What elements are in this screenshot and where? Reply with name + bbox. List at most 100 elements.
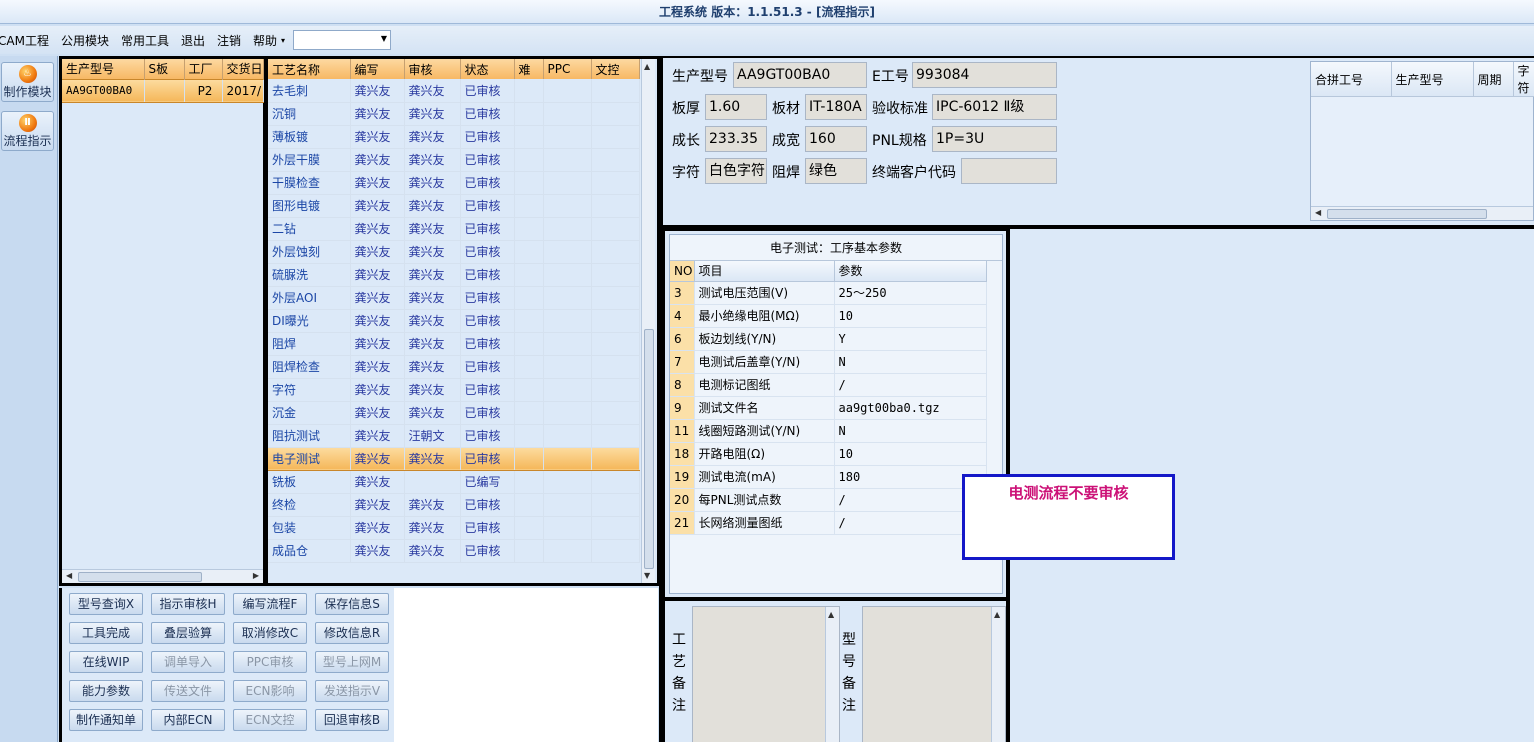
pnl-field[interactable]: 1P=3U (932, 126, 1057, 152)
remark-vscroll[interactable]: ▲ (825, 607, 839, 742)
table-row[interactable]: 字符 龚兴友 龚兴友 已审核 (268, 378, 640, 402)
action-button[interactable]: 内部ECN (151, 709, 225, 731)
table-row[interactable]: 18 开路电阻(Ω) 10 (670, 442, 987, 466)
scroll-up-icon[interactable]: ▲ (644, 62, 650, 71)
model-field[interactable]: AA9GT00BA0 (733, 62, 867, 88)
action-button[interactable]: 指示审核H (151, 593, 225, 615)
table-row[interactable]: 21 长网络测量图纸 / (670, 511, 987, 535)
menu-common-module[interactable]: 公用模块 (55, 32, 115, 49)
table-row[interactable]: 外层AOI 龚兴友 龚兴友 已审核 (268, 286, 640, 310)
mask-field[interactable]: 绿色 (805, 158, 867, 184)
table-row[interactable]: 外层蚀刻 龚兴友 龚兴友 已审核 (268, 240, 640, 264)
action-button[interactable]: 传送文件 (151, 680, 225, 702)
table-row[interactable]: 终检 龚兴友 龚兴友 已审核 (268, 493, 640, 517)
scroll-thumb[interactable] (1327, 209, 1487, 219)
table-row[interactable]: 11 线圈短路测试(Y/N) N (670, 419, 987, 443)
col-delivery[interactable]: 交货日 (222, 59, 264, 79)
col-process-name[interactable]: 工艺名称 (268, 59, 351, 79)
action-button[interactable]: 编写流程F (233, 593, 307, 615)
action-button[interactable]: 回退审核B (315, 709, 389, 731)
col-reviewer[interactable]: 审核 (404, 59, 461, 79)
scroll-thumb[interactable] (644, 329, 654, 569)
table-row[interactable]: 7 电测试后盖章(Y/N) N (670, 350, 987, 374)
col-combined-no[interactable]: 合拼工号 (1311, 62, 1392, 97)
table-row[interactable]: 19 测试电流(mA) 180 (670, 465, 987, 489)
table-row[interactable]: 9 测试文件名 aa9gt00ba0.tgz (670, 396, 987, 420)
table-row[interactable]: DI曝光 龚兴友 龚兴友 已审核 (268, 309, 640, 333)
action-button[interactable]: PPC审核 (233, 651, 307, 673)
action-button[interactable]: 能力参数 (69, 680, 143, 702)
table-row[interactable]: 阻抗测试 龚兴友 汪朝文 已审核 (268, 424, 640, 448)
table-row[interactable]: 沉金 龚兴友 龚兴友 已审核 (268, 401, 640, 425)
menu-help[interactable]: 帮助 (247, 32, 283, 49)
menu-logout[interactable]: 注销 (211, 32, 247, 49)
table-row[interactable]: 4 最小绝缘电阻(MΩ) 10 (670, 304, 987, 328)
action-button[interactable]: ECN影响 (233, 680, 307, 702)
chevron-down-icon[interactable]: ▾ (281, 36, 285, 45)
toolbar-combo[interactable]: ▼ (293, 30, 392, 50)
material-field[interactable]: IT-180A (805, 94, 867, 120)
table-row[interactable]: 干膜检查 龚兴友 龚兴友 已审核 (268, 171, 640, 195)
table-row[interactable]: 图形电镀 龚兴友 龚兴友 已审核 (268, 194, 640, 218)
table-row[interactable]: 硫脲洗 龚兴友 龚兴友 已审核 (268, 263, 640, 287)
remark-vscroll[interactable]: ▲ (991, 607, 1005, 742)
char-field[interactable]: 白色字符 (705, 158, 767, 184)
combined-hscroll[interactable]: ◀ (1311, 206, 1533, 220)
width-field[interactable]: 160 (805, 126, 867, 152)
table-row[interactable]: 电子测试 龚兴友 龚兴友 已审核 (268, 446, 640, 471)
table-row[interactable]: 二钻 龚兴友 龚兴友 已审核 (268, 217, 640, 241)
action-button[interactable]: ECN文控 (233, 709, 307, 731)
col-s-board[interactable]: S板 (144, 59, 185, 79)
table-row[interactable]: 薄板镀 龚兴友 龚兴友 已审核 (268, 125, 640, 149)
col-ppc[interactable]: PPC (543, 59, 592, 79)
col-model[interactable]: 生产型号 (62, 59, 145, 79)
scroll-down-icon[interactable]: ▼ (644, 571, 650, 580)
table-row[interactable]: 沉铜 龚兴友 龚兴友 已审核 (268, 102, 640, 126)
table-row[interactable]: 去毛刺 龚兴友 龚兴友 已审核 (268, 79, 640, 103)
model-remark-field[interactable]: ▲ (862, 606, 1006, 742)
customer-field[interactable] (961, 158, 1057, 184)
col-status[interactable]: 状态 (460, 59, 515, 79)
length-field[interactable]: 233.35 (705, 126, 767, 152)
table-row[interactable]: 阻焊检查 龚兴友 龚兴友 已审核 (268, 355, 640, 379)
scroll-left-icon[interactable]: ◀ (66, 571, 72, 580)
process-remark-field[interactable]: ▲ (692, 606, 840, 742)
scroll-up-icon[interactable]: ▲ (994, 610, 1000, 619)
table-row[interactable]: 3 测试电压范围(V) 25～250 (670, 281, 987, 305)
col-combined-model[interactable]: 生产型号 (1391, 62, 1474, 97)
action-button[interactable]: 发送指示V (315, 680, 389, 702)
flow-instruction-button[interactable]: Ⅱ 流程指示 (1, 111, 54, 151)
scroll-thumb[interactable] (78, 572, 202, 582)
action-button[interactable]: 修改信息R (315, 622, 389, 644)
action-button[interactable]: 型号查询X (69, 593, 143, 615)
make-module-button[interactable]: ♨ 制作模块 (1, 62, 54, 102)
standard-field[interactable]: IPC-6012 Ⅱ级 (932, 94, 1057, 120)
table-row[interactable]: 成品仓 龚兴友 龚兴友 已审核 (268, 539, 640, 563)
col-no[interactable]: NO (670, 261, 695, 282)
action-button[interactable]: 调单导入 (151, 651, 225, 673)
action-button[interactable]: 取消修改C (233, 622, 307, 644)
chevron-down-icon[interactable]: ▼ (381, 34, 387, 43)
thickness-field[interactable]: 1.60 (705, 94, 767, 120)
action-button[interactable]: 制作通知单 (69, 709, 143, 731)
table-row[interactable]: 铣板 龚兴友 已编写 (268, 470, 640, 494)
menu-exit[interactable]: 退出 (175, 32, 211, 49)
col-difficulty[interactable]: 难 (514, 59, 544, 79)
action-button[interactable]: 在线WIP (69, 651, 143, 673)
action-button[interactable]: 工具完成 (69, 622, 143, 644)
table-row[interactable]: 20 每PNL测试点数 / (670, 488, 987, 512)
col-combined-period[interactable]: 周期 (1473, 62, 1514, 97)
col-param[interactable]: 参数 (834, 261, 987, 282)
col-combined-char[interactable]: 字符 (1513, 62, 1534, 97)
col-item[interactable]: 项目 (694, 261, 835, 282)
action-button[interactable]: 叠层验算 (151, 622, 225, 644)
process-vscroll[interactable]: ▲ ▼ (641, 59, 655, 583)
action-button[interactable]: 保存信息S (315, 593, 389, 615)
action-button[interactable]: 型号上网M (315, 651, 389, 673)
scroll-right-icon[interactable]: ▶ (253, 571, 259, 580)
scroll-up-icon[interactable]: ▲ (828, 610, 834, 619)
col-doc-control[interactable]: 文控 (591, 59, 640, 79)
model-list-hscroll[interactable]: ◀ ▶ (62, 569, 263, 583)
col-writer[interactable]: 编写 (350, 59, 405, 79)
table-row[interactable]: 8 电测标记图纸 / (670, 373, 987, 397)
